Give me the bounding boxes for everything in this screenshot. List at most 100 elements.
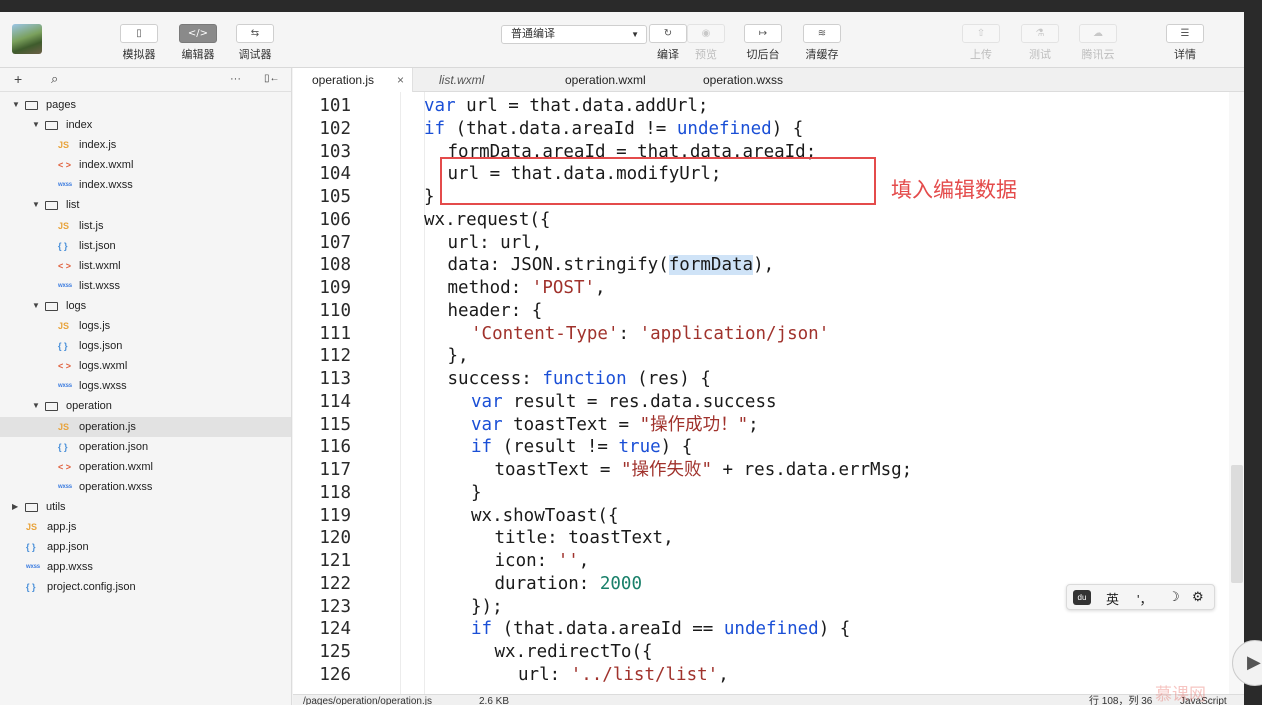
code-token: undefined: [723, 619, 819, 640]
file-item[interactable]: { } project.config.json: [0, 577, 291, 597]
code-text: success: function (res) {: [448, 368, 711, 391]
close-icon[interactable]: ×: [397, 68, 404, 92]
chevron-down-icon[interactable]: ▼: [32, 296, 42, 316]
scrollbar-track[interactable]: [1229, 92, 1244, 694]
watermark: 慕课网: [1155, 685, 1206, 705]
tab-list-wxml[interactable]: list.wxml: [420, 68, 540, 92]
scrollbar-thumb[interactable]: [1231, 465, 1243, 583]
folder-item[interactable]: ▼ logs: [0, 296, 291, 316]
toolbar-button[interactable]: ▯ 模拟器: [117, 24, 161, 62]
file-name: list.json: [79, 239, 116, 252]
file-name: logs.js: [79, 320, 111, 333]
compile-mode-select[interactable]: 普通编译 ▼: [501, 25, 647, 44]
gear-icon[interactable]: ⚙: [1192, 589, 1204, 605]
file-item[interactable]: wxss index.wxss: [0, 175, 291, 195]
code-text: }: [471, 482, 482, 505]
file-item[interactable]: JS list.js: [0, 216, 291, 236]
wxss-file-icon: wxss: [58, 483, 72, 490]
file-item[interactable]: { } list.json: [0, 236, 291, 256]
file-name: index.wxss: [79, 179, 133, 192]
annotation-box: [440, 157, 876, 205]
toolbar-button[interactable]: ↦ 切后台: [741, 24, 785, 62]
play-icon: ▶: [1247, 652, 1261, 672]
tab-operation-js[interactable]: operation.js ×: [293, 68, 413, 92]
toolbar-button[interactable]: ⇆ 调试器: [233, 24, 277, 62]
chevron-down-icon[interactable]: ▼: [12, 95, 22, 115]
json-file-icon: { }: [26, 542, 36, 553]
toolbar-button[interactable]: ◉ 预览: [684, 24, 728, 62]
code-token: });: [471, 596, 503, 617]
ime-toolbar[interactable]: du 英 '， ☽ ⚙: [1066, 584, 1215, 610]
code-text: }: [424, 186, 435, 209]
search-icon[interactable]: ⌕: [51, 71, 58, 87]
toolbar-button[interactable]: ☁ 腾讯云: [1076, 24, 1120, 62]
file-item[interactable]: { } app.json: [0, 537, 291, 557]
folder-item[interactable]: ▼ pages: [0, 95, 291, 115]
ime-punctuation-toggle[interactable]: '，: [1137, 589, 1152, 608]
code-line: 114 var result = res.data.success: [293, 391, 1223, 414]
file-item[interactable]: < > logs.wxml: [0, 356, 291, 376]
folder-item[interactable]: ▶ utils: [0, 497, 291, 517]
folder-icon: [45, 402, 58, 412]
file-item[interactable]: < > operation.wxml: [0, 457, 291, 477]
chevron-down-icon[interactable]: ▼: [32, 195, 42, 215]
code-token: "操作失败": [620, 460, 713, 480]
line-number: 103: [319, 141, 351, 162]
code-icon: </>: [179, 24, 217, 43]
file-item[interactable]: JS app.js: [0, 517, 291, 537]
flask-icon: ⚗: [1021, 24, 1059, 43]
tab-operation-wxml[interactable]: operation.wxml: [546, 68, 676, 92]
tab-label: operation.js: [312, 73, 375, 87]
tab-label: list.wxml: [439, 73, 485, 87]
toolbar-button[interactable]: ☰ 详情: [1163, 24, 1207, 62]
wxss-file-icon: wxss: [58, 182, 72, 189]
chevron-right-icon[interactable]: ▶: [12, 497, 22, 517]
status-cursor-position[interactable]: 行 108，列 36: [1089, 697, 1152, 705]
file-item[interactable]: JS logs.js: [0, 316, 291, 336]
file-item[interactable]: < > index.wxml: [0, 155, 291, 175]
chevron-down-icon[interactable]: ▼: [32, 396, 42, 416]
avatar[interactable]: [12, 24, 42, 54]
file-item[interactable]: wxss app.wxss: [0, 557, 291, 577]
file-item[interactable]: wxss operation.wxss: [0, 477, 291, 497]
chevron-down-icon[interactable]: ▼: [32, 115, 42, 135]
toolbar-button[interactable]: ⇧ 上传: [959, 24, 1003, 62]
file-item[interactable]: JS operation.js: [0, 416, 291, 437]
folder-item[interactable]: ▼ operation: [0, 396, 291, 416]
toolbar-button[interactable]: ≋ 清缓存: [800, 24, 844, 62]
code-line: 113 success: function (res) {: [293, 368, 1223, 391]
toolbar-button[interactable]: </> 编辑器: [176, 24, 220, 62]
js-file-icon: JS: [26, 521, 38, 532]
code-token: var: [424, 96, 456, 116]
folder-item[interactable]: ▼ list: [0, 195, 291, 215]
line-number: 101: [319, 96, 351, 116]
code-token: 'application/json': [639, 323, 830, 344]
tab-operation-wxss[interactable]: operation.wxss: [684, 68, 814, 92]
add-icon[interactable]: +: [14, 71, 22, 87]
code-token: ,: [595, 278, 606, 298]
code-token: result = res.data.success: [502, 391, 777, 412]
folder-item[interactable]: ▼ index: [0, 115, 291, 135]
explorer-toolbar: + ⌕ ··· ▯←: [0, 68, 291, 92]
moon-icon[interactable]: ☽: [1168, 589, 1180, 605]
json-file-icon: { }: [58, 341, 68, 352]
code-text: if (result != true) {: [471, 436, 692, 459]
file-tree: ▼ pages ▼ index JS index.js < > index.wxml wxss i…: [0, 95, 291, 597]
file-item[interactable]: < > list.wxml: [0, 256, 291, 276]
file-item[interactable]: JS index.js: [0, 135, 291, 155]
ime-language-toggle[interactable]: 英: [1106, 589, 1119, 608]
line-number: 117: [319, 460, 351, 480]
file-item[interactable]: wxss logs.wxss: [0, 376, 291, 396]
more-icon[interactable]: ···: [230, 73, 241, 85]
code-token: title: toastText,: [494, 528, 674, 549]
file-item[interactable]: { } logs.json: [0, 336, 291, 356]
code-line: 115 var toastText = "操作成功！";: [293, 414, 1223, 437]
eye-icon: ◉: [687, 24, 725, 43]
file-item[interactable]: { } operation.json: [0, 437, 291, 457]
file-explorer: + ⌕ ··· ▯← ▼ pages ▼ index JS index.js < > inde…: [0, 68, 292, 705]
toolbar-button[interactable]: ⚗ 测试: [1018, 24, 1062, 62]
wxss-file-icon: wxss: [58, 383, 72, 390]
layers-icon: ≋: [803, 24, 841, 43]
file-item[interactable]: wxss list.wxss: [0, 276, 291, 296]
collapse-sidebar-icon[interactable]: ▯←: [264, 73, 280, 84]
